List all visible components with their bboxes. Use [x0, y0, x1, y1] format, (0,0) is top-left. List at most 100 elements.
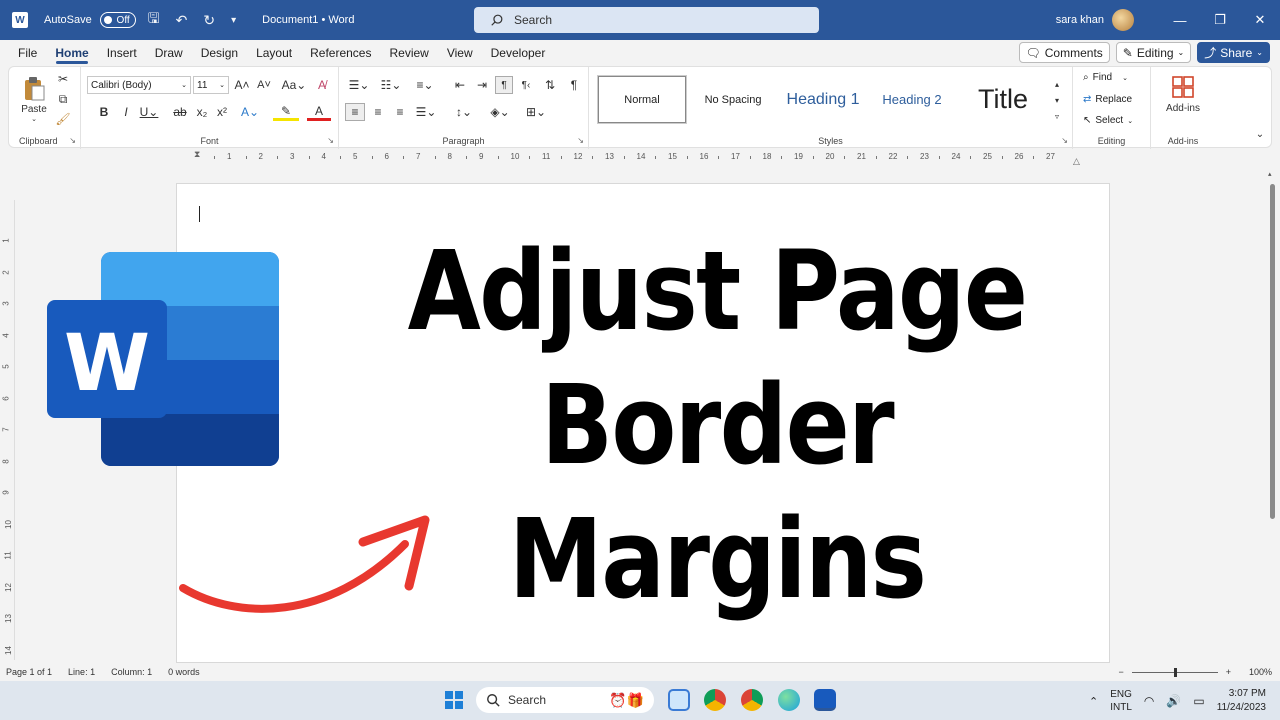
search-input[interactable]: Search	[474, 7, 819, 33]
undo-icon[interactable]: ↶	[172, 12, 192, 29]
indent-marker-icon[interactable]: ⧗	[194, 149, 200, 160]
zoom-level[interactable]: 100%	[1249, 667, 1272, 677]
font-color-icon[interactable]: A	[307, 103, 331, 121]
battery-icon[interactable]: ▭	[1193, 694, 1204, 708]
style-normal[interactable]: Normal	[597, 75, 687, 124]
minimize-icon[interactable]: —	[1160, 13, 1200, 28]
restore-icon[interactable]: ❐	[1200, 12, 1240, 28]
taskbar-search[interactable]: Search ⏰🎁	[476, 687, 654, 713]
scrollbar-thumb[interactable]	[1270, 184, 1275, 519]
text-effects-icon[interactable]: A⌄	[237, 103, 263, 121]
align-left-icon[interactable]: ≡	[345, 103, 365, 121]
vertical-ruler[interactable]: 1 2 3 4 5 6 7 8 9 10 11 12 13 14	[2, 200, 15, 660]
dialog-launcher-icon[interactable]: ↘	[577, 136, 584, 145]
zoom-slider-knob[interactable]	[1173, 667, 1177, 677]
tab-home[interactable]: Home	[46, 40, 97, 66]
grow-font-icon[interactable]: A˄	[233, 76, 251, 94]
customize-qat-icon[interactable]: ▾	[227, 15, 240, 26]
clock[interactable]: 3:07 PM 11/24/2023	[1217, 687, 1266, 715]
start-button[interactable]	[445, 691, 463, 709]
volume-icon[interactable]: 🔊	[1166, 694, 1181, 708]
tab-view[interactable]: View	[438, 40, 482, 66]
replace-button[interactable]: ⇄ Replace	[1083, 94, 1132, 105]
document-page[interactable]: Adjust Page Border Margins	[176, 183, 1110, 663]
decrease-indent-icon[interactable]: ⇤	[451, 76, 469, 94]
chrome-canary-app-icon[interactable]	[741, 689, 763, 711]
scroll-up-icon[interactable]: ▴	[1268, 170, 1272, 178]
find-button[interactable]: ⌕ Find ⌄	[1083, 72, 1128, 83]
close-icon[interactable]: ✕	[1240, 12, 1280, 28]
align-center-icon[interactable]: ≡	[369, 103, 387, 121]
style-no-spacing[interactable]: No Spacing	[691, 76, 775, 123]
bullets-icon[interactable]: ☰⌄	[345, 76, 373, 94]
font-name-select[interactable]: Calibri (Body) ⌄	[87, 76, 191, 94]
horizontal-ruler[interactable]: 1 2 3 4 5 6 7 8 9 10 11 12 13 14 15 16 17 18 19 20 21 22 23 24 2…	[176, 150, 1110, 164]
right-indent-marker-icon[interactable]: △	[1073, 156, 1080, 167]
comments-button[interactable]: 🗨 Comments	[1018, 42, 1110, 63]
shading-icon[interactable]: ◈⌄	[487, 103, 513, 121]
dialog-launcher-icon[interactable]: ↘	[327, 136, 334, 145]
zoom-slider[interactable]	[1131, 667, 1218, 677]
superscript-icon[interactable]: x²	[213, 103, 231, 121]
multilevel-list-icon[interactable]: ≡⌄	[411, 76, 439, 94]
show-marks-icon[interactable]: ¶	[565, 76, 583, 94]
vertical-scrollbar[interactable]: ▴	[1268, 171, 1276, 658]
dialog-launcher-icon[interactable]: ↘	[1061, 136, 1068, 145]
zoom-in-icon[interactable]: +	[1226, 667, 1231, 677]
styles-more-icon[interactable]: ▿	[1051, 109, 1063, 123]
tab-developer[interactable]: Developer	[482, 40, 555, 66]
cut-icon[interactable]: ✂	[55, 71, 71, 87]
notepad-app-icon[interactable]	[668, 689, 690, 711]
share-button[interactable]: ⤴ Share ⌄	[1197, 42, 1270, 63]
style-heading-2[interactable]: Heading 2	[871, 76, 953, 123]
highlight-icon[interactable]: ✎	[273, 103, 299, 121]
increase-indent-icon[interactable]: ⇥	[473, 76, 491, 94]
zoom-out-icon[interactable]: −	[1118, 667, 1123, 677]
page-count[interactable]: Page 1 of 1	[6, 667, 52, 677]
avatar[interactable]	[1112, 9, 1134, 31]
underline-icon[interactable]: U⌄	[137, 103, 161, 121]
tab-review[interactable]: Review	[380, 40, 437, 66]
zoom-control[interactable]: − + 100%	[1118, 663, 1272, 681]
word-taskbar-icon[interactable]	[814, 689, 836, 711]
subscript-icon[interactable]: x₂	[193, 103, 211, 121]
format-painter-icon[interactable]: 🖌	[55, 111, 71, 127]
align-right-icon[interactable]: ≡	[391, 103, 409, 121]
document-headline[interactable]: Adjust Page Border Margins	[390, 224, 1044, 626]
tab-layout[interactable]: Layout	[247, 40, 301, 66]
tab-insert[interactable]: Insert	[98, 40, 146, 66]
autosave-toggle[interactable]: Off	[99, 12, 136, 28]
editing-mode-button[interactable]: ✎ Editing ⌄	[1115, 42, 1192, 63]
styles-scroll-down-icon[interactable]: ▾	[1051, 93, 1063, 107]
clear-formatting-icon[interactable]: A̸	[313, 76, 331, 94]
word-count[interactable]: 0 words	[168, 667, 200, 677]
show-hidden-icons-icon[interactable]: ⌃	[1089, 695, 1098, 708]
language-indicator[interactable]: ENG INTL	[1110, 688, 1132, 714]
style-heading-1[interactable]: Heading 1	[779, 76, 867, 123]
redo-icon[interactable]: ↻	[199, 12, 219, 29]
copy-icon[interactable]: ⧉	[55, 91, 71, 107]
line-spacing-icon[interactable]: ↕⌄	[451, 103, 477, 121]
wifi-icon[interactable]: ◠	[1144, 694, 1154, 708]
tab-file[interactable]: File	[9, 40, 46, 66]
shrink-font-icon[interactable]: A˅	[255, 76, 273, 94]
change-case-icon[interactable]: Aa⌄	[281, 76, 307, 94]
styles-scroll-up-icon[interactable]: ▴	[1051, 77, 1063, 91]
collapse-ribbon-icon[interactable]: ⌄	[1253, 127, 1267, 141]
justify-icon[interactable]: ☰⌄	[413, 103, 439, 121]
save-icon[interactable]: 🖫	[144, 8, 164, 32]
font-size-select[interactable]: 11 ⌄	[193, 76, 229, 94]
tab-draw[interactable]: Draw	[146, 40, 192, 66]
select-button[interactable]: ↖ Select ⌄	[1083, 115, 1133, 126]
chrome-app-icon[interactable]	[704, 689, 726, 711]
rtl-icon[interactable]: ¶‹	[517, 76, 535, 94]
numbering-icon[interactable]: ☷⌄	[377, 76, 405, 94]
italic-icon[interactable]: I	[117, 103, 135, 121]
addins-button[interactable]: Add-ins	[1155, 71, 1211, 117]
ltr-icon[interactable]: ¶	[495, 76, 513, 94]
tab-references[interactable]: References	[301, 40, 380, 66]
dialog-launcher-icon[interactable]: ↘	[69, 136, 76, 145]
strikethrough-icon[interactable]: ab	[171, 103, 189, 121]
paste-button[interactable]: Paste ⌄	[17, 73, 51, 125]
borders-icon[interactable]: ⊞⌄	[523, 103, 549, 121]
